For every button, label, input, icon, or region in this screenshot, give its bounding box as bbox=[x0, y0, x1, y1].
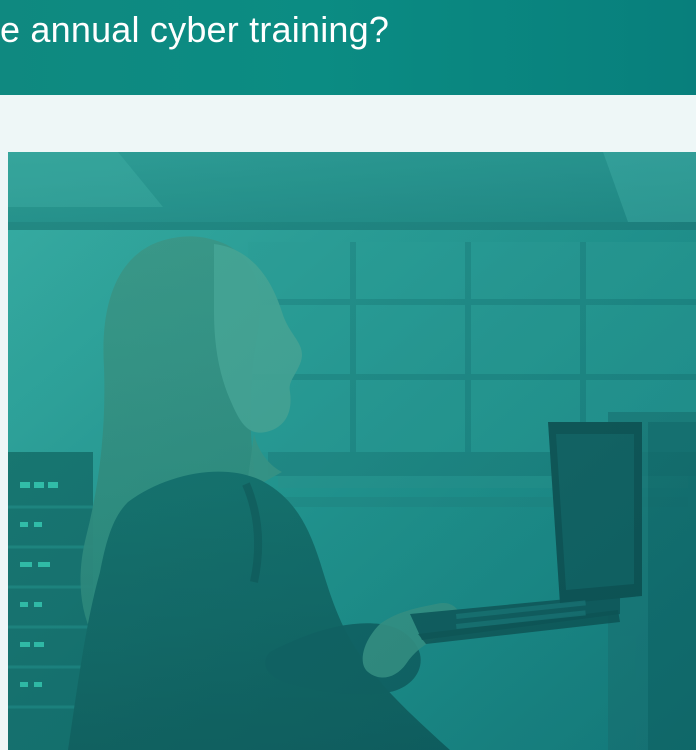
person-with-laptop-photo-icon bbox=[8, 152, 696, 750]
page-title: e annual cyber training? bbox=[0, 9, 390, 50]
page: e annual cyber training? bbox=[0, 0, 696, 750]
spacer-band bbox=[0, 95, 696, 152]
header-banner: e annual cyber training? bbox=[0, 0, 696, 95]
hero-image bbox=[8, 152, 696, 750]
